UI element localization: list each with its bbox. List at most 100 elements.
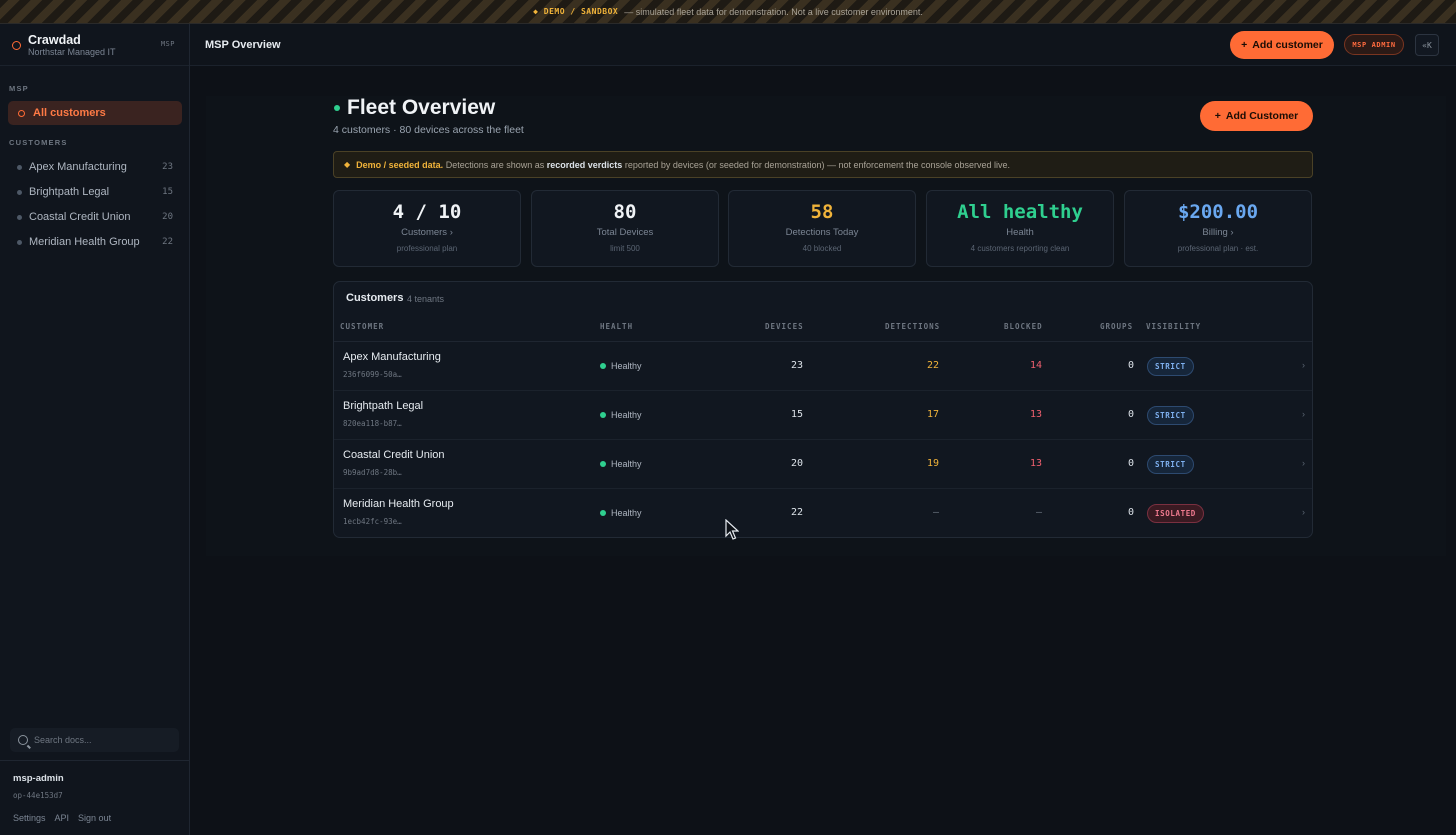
sidebar-item-customer[interactable]: Brightpath Legal 15 <box>8 181 182 203</box>
sidebar-item-customer[interactable]: Apex Manufacturing 23 <box>8 156 182 178</box>
visibility-badge: STRICT <box>1147 357 1194 376</box>
stat-sub: professional plan · est. <box>1177 244 1259 253</box>
chevron-right-icon: › <box>1302 409 1305 419</box>
stat-sub: professional plan <box>396 244 458 253</box>
collapse-button[interactable]: «K <box>1415 34 1439 56</box>
sidebar-item-label: All customers <box>33 107 106 119</box>
notice-text-1: Detections are shown as <box>445 159 545 170</box>
stat-card-health: All healthy Health 4 customers reporting… <box>926 190 1114 267</box>
devices-count: 20 <box>790 458 803 469</box>
devices-count: 23 <box>790 360 803 371</box>
sidebar-item-label: Apex Manufacturing <box>29 161 127 173</box>
demo-banner-message: — simulated fleet data for demonstration… <box>624 6 923 17</box>
button-label: Add customer <box>1252 39 1323 51</box>
column-header-customer[interactable]: CUSTOMER <box>340 322 384 331</box>
sidebar-item-label: Meridian Health Group <box>29 236 140 248</box>
api-link[interactable]: API <box>55 813 70 823</box>
panel-count: 4 tenants <box>407 294 445 304</box>
blocked-count: 13 <box>1029 458 1042 469</box>
status-dot-icon <box>334 105 340 111</box>
table-row[interactable]: Apex Manufacturing 236f6099-50a… Healthy… <box>334 342 1312 391</box>
column-header-blocked[interactable]: BLOCKED <box>1004 322 1043 331</box>
device-count: 15 <box>162 187 173 197</box>
demo-notice: ◆ Demo / seeded data. Detections are sho… <box>333 151 1313 178</box>
health-label: Healthy <box>611 361 642 371</box>
search-input[interactable] <box>34 735 164 745</box>
blocked-count: 14 <box>1029 360 1042 371</box>
divider <box>0 760 190 761</box>
stat-value: 58 <box>810 201 834 223</box>
devices-count: 22 <box>790 507 803 518</box>
sign-out-link[interactable]: Sign out <box>78 813 111 823</box>
detections-count: 19 <box>926 458 939 469</box>
table-row[interactable]: Meridian Health Group 1ecb42fc-93e… Heal… <box>334 489 1312 538</box>
stat-value: All healthy <box>957 201 1083 223</box>
docs-search[interactable] <box>10 728 179 752</box>
stat-value: $200.00 <box>1177 201 1259 223</box>
sidebar-item-customer[interactable]: Coastal Credit Union 20 <box>8 206 182 228</box>
table-row[interactable]: Coastal Credit Union 9b9ad7d8-28b… Healt… <box>334 440 1312 489</box>
stat-label: Total Devices <box>596 227 654 238</box>
table-row[interactable]: Brightpath Legal 820ea118-b87… Healthy 1… <box>334 391 1312 440</box>
stat-card-billing[interactable]: $200.00 Billing › professional plan · es… <box>1124 190 1312 267</box>
notice-text: Demo / seeded data. Detections are shown… <box>356 160 1010 170</box>
topbar: MSP Overview + Add customer MSP ADMIN «K <box>190 24 1456 66</box>
device-count: 22 <box>162 237 173 247</box>
settings-link[interactable]: Settings <box>13 813 46 823</box>
button-label: Add Customer <box>1225 110 1299 122</box>
add-customer-button[interactable]: + Add customer <box>1230 31 1334 59</box>
health-dot-icon <box>600 510 606 516</box>
column-header-devices[interactable]: DEVICES <box>765 322 804 331</box>
fleet-subtitle: 4 customers · 80 devices across the flee… <box>333 124 524 136</box>
customer-id: 9b9ad7d8-28b… <box>343 468 402 477</box>
stat-label: Health <box>1006 227 1034 238</box>
health-status: Healthy <box>600 361 642 371</box>
column-header-visibility[interactable]: VISIBILITY <box>1146 322 1201 331</box>
stat-label: Billing › <box>1202 227 1234 238</box>
add-customer-main-button[interactable]: + Add Customer <box>1200 101 1313 131</box>
crawdad-logo-icon <box>12 41 21 50</box>
health-dot-icon <box>600 412 606 418</box>
stat-sub: 40 blocked <box>802 244 842 253</box>
scope-badge: MSP <box>160 40 175 48</box>
sidebar-item-label: Brightpath Legal <box>29 186 110 198</box>
diamond-icon: ◆ <box>344 160 351 169</box>
sidebar-item-label: Coastal Credit Union <box>29 211 131 223</box>
search-icon <box>18 735 28 745</box>
device-count: 20 <box>162 212 173 222</box>
user-id: op-44e153d7 <box>13 791 63 800</box>
customer-name: Coastal Credit Union <box>343 449 445 461</box>
blocked-count: – <box>1035 507 1042 518</box>
brand-header[interactable]: Crawdad Northstar Managed IT MSP <box>0 24 189 66</box>
groups-count: 0 <box>1127 507 1134 518</box>
role-badge: MSP ADMIN <box>1344 34 1404 55</box>
health-label: Healthy <box>611 410 642 420</box>
detections-count: – <box>932 507 939 518</box>
detections-count: 22 <box>926 360 939 371</box>
sidebar-item-customer[interactable]: Meridian Health Group 22 <box>8 231 182 253</box>
stat-card-customers[interactable]: 4 / 10 Customers › professional plan <box>333 190 521 267</box>
customer-id: 236f6099-50a… <box>343 370 402 379</box>
ring-icon <box>18 109 25 117</box>
fleet-title: Fleet Overview <box>347 96 496 119</box>
column-header-health[interactable]: HEALTH <box>600 322 633 331</box>
health-status: Healthy <box>600 410 642 420</box>
visibility-badge: STRICT <box>1147 455 1194 474</box>
health-status: Healthy <box>600 508 642 518</box>
column-header-detections[interactable]: DETECTIONS <box>885 322 940 331</box>
customers-panel: Customers 4 tenants CUSTOMER HEALTH DEVI… <box>333 281 1313 538</box>
device-count: 23 <box>162 162 173 172</box>
stat-sub: 4 customers reporting clean <box>970 244 1070 253</box>
chevron-right-icon: › <box>1302 507 1305 517</box>
section-label-customers: CUSTOMERS <box>9 138 68 147</box>
visibility-badge: STRICT <box>1147 406 1194 425</box>
chevron-right-icon: › <box>1302 458 1305 468</box>
user-links: Settings API Sign out <box>13 813 111 823</box>
section-label-msp: MSP <box>9 84 29 93</box>
notice-lead: Demo / seeded data. <box>356 159 444 170</box>
column-header-groups[interactable]: GROUPS <box>1100 322 1133 331</box>
panel-title: Customers <box>346 292 404 304</box>
sidebar-item-all-customers[interactable]: All customers <box>8 101 182 125</box>
sidebar: Crawdad Northstar Managed IT MSP MSP All… <box>0 24 190 835</box>
page-title: MSP Overview <box>205 39 281 51</box>
